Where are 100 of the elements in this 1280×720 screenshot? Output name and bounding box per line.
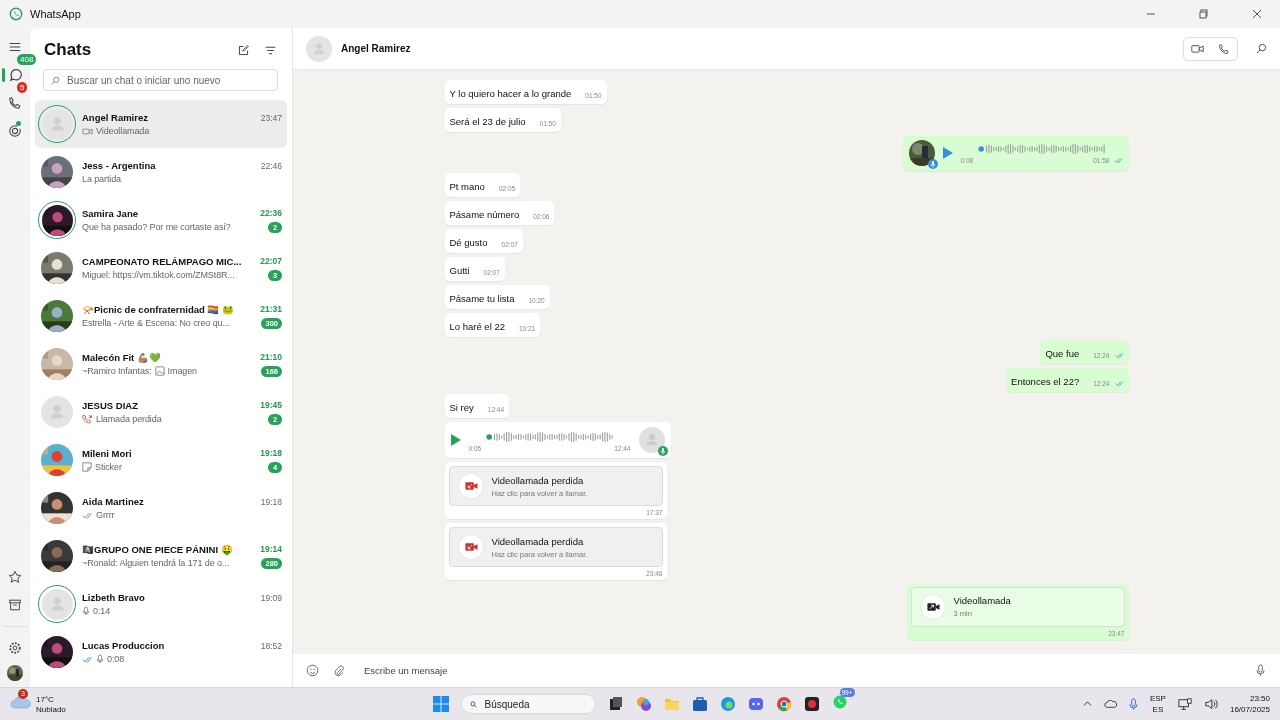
message-preview: La partida (82, 174, 122, 184)
message-text: Y lo quiero hacer a lo grande (449, 88, 572, 99)
microphone-icon (82, 606, 90, 616)
default-avatar-icon (306, 35, 332, 62)
message-preview: Estrella - Arte & Escena: No creo qu... (82, 318, 230, 328)
message-preview: Sticker (95, 462, 122, 472)
chat-name: JESUS DIAZ (82, 399, 139, 411)
message-preview: Llamada perdida (96, 414, 162, 424)
close-icon[interactable] (1252, 9, 1262, 19)
maximize-icon[interactable] (1199, 9, 1209, 19)
missed-call-icon (82, 414, 93, 424)
missed-video-call-icon (457, 534, 484, 561)
taskbar-search-input[interactable]: Búsqueda (482, 697, 587, 711)
search-field[interactable]: Buscar un chat o iniciar uno nuevo (43, 69, 278, 91)
chat-time: 19:45 (260, 400, 282, 410)
play-icon[interactable] (450, 434, 461, 447)
chat-list-item[interactable]: Angel Ramirez 23:47 Videollamada (35, 100, 287, 148)
cloud-icon[interactable] (1103, 699, 1117, 709)
default-avatar-icon (41, 108, 73, 140)
message-preview: 0:08 (107, 654, 125, 664)
message-text: Será el 23 de julio (449, 116, 526, 127)
chrome-icon[interactable] (775, 696, 792, 712)
phone-icon[interactable] (7, 95, 23, 111)
message-text: Dé gusto (449, 237, 488, 249)
chat-name: Mileni Mori (82, 447, 133, 459)
taskbar-search-field[interactable]: Búsqueda (460, 694, 596, 714)
call-title: Videollamada perdida (491, 535, 585, 547)
volume-icon[interactable] (1203, 697, 1218, 711)
image-icon (154, 366, 165, 376)
message-preview: Videollamada (96, 126, 150, 136)
chat-time: 23:47 (260, 112, 282, 123)
message-text: Pt mano (449, 181, 485, 193)
store-icon[interactable] (691, 696, 708, 712)
default-avatar-icon (41, 396, 73, 428)
window-title: WhatsApp (30, 8, 81, 20)
chat-name: Angel Ramirez (82, 112, 149, 123)
microphone-icon (96, 654, 104, 664)
message-preview: 0:14 (93, 606, 111, 616)
search-input[interactable]: Buscar un chat o iniciar uno nuevo (65, 73, 270, 87)
message-text: Si rey (449, 402, 474, 414)
chats-heading: Chats (44, 40, 92, 60)
message-preview: Miguel: https://vm.tiktok.com/ZMSt8R... (82, 270, 235, 280)
chat-name: Lizbeth Bravo (82, 592, 146, 603)
task-view-icon[interactable] (607, 696, 624, 712)
call-title: Videollamada (953, 595, 1011, 607)
weather-condition: Nublado (36, 704, 66, 714)
whatsapp-logo-icon (9, 7, 23, 21)
message-preview: Que ha pasado? Por me cortaste así? (82, 222, 231, 232)
missed-video-call-icon (457, 473, 484, 500)
whatsapp-icon[interactable] (831, 694, 848, 710)
message-composer[interactable]: Escribe un mensaje (293, 654, 1280, 687)
chat-time: 22:46 (260, 160, 282, 171)
browser-icon[interactable] (719, 696, 736, 712)
cloud-icon (10, 694, 32, 710)
app-icon[interactable] (803, 696, 820, 712)
microphone-icon[interactable] (1128, 697, 1138, 711)
chat-time: 22:36 (260, 208, 282, 218)
chat-time: 22:07 (260, 256, 282, 266)
message-preview: Grrrr (96, 510, 115, 520)
message-preview: Imagen (167, 366, 197, 376)
message-text: Lo haré el 22 (449, 321, 505, 333)
chat-time: 19:14 (260, 544, 282, 554)
chat-name: Malecón Fit 💪🏽💚 (82, 351, 162, 363)
network-icon[interactable] (1177, 697, 1192, 711)
outgoing-video-call-icon (919, 593, 946, 620)
missed-calls-badge: 5 (17, 82, 28, 93)
chat-list-item[interactable]: Lucas Produccion 18:52 0:08 (35, 628, 287, 676)
message-preview: ~Ronald: Alguien tendrá la 171 de o... (82, 558, 230, 568)
chat-name: CAMPEONATO RELÁMPAGO MIC... (82, 255, 243, 267)
clock[interactable]: 23:50 16/07/2025 (1229, 694, 1270, 714)
chat-list-item[interactable]: Lizbeth Bravo 19:09 0:14 (35, 580, 287, 628)
search-icon (51, 75, 60, 85)
message-text: Que fue (1045, 347, 1080, 359)
sticker-icon (82, 462, 92, 472)
message-text: Entonces el 22? (1011, 375, 1080, 387)
chat-name: 📯Picnic de confraternidad 🏳‍🌈 🐸 (82, 303, 236, 315)
search-icon (469, 700, 477, 708)
chat-list-item[interactable]: Jess - Argentina 22:46 La partida (35, 148, 287, 196)
chat-time: 19:18 (260, 448, 282, 458)
default-avatar-icon (41, 588, 73, 620)
chat-time: 18:52 (260, 640, 282, 651)
chevron-up-icon[interactable] (1082, 701, 1092, 707)
play-icon[interactable] (942, 146, 953, 159)
chat-app-icon[interactable] (747, 696, 764, 712)
default-avatar-icon (638, 427, 665, 454)
colorful-app-icon[interactable] (635, 696, 652, 712)
microphone-badge-icon (927, 158, 938, 169)
chat-name: Samira Jane (82, 207, 139, 219)
message-sender: ~Ramiro Infantas: (82, 366, 152, 376)
start-icon[interactable] (432, 696, 449, 712)
chat-name: Lucas Produccion (82, 640, 166, 651)
language-indicator[interactable]: ESP ES (1149, 694, 1166, 714)
unread-badge: 408 (17, 54, 37, 65)
contact-name[interactable]: Angel Ramirez (341, 43, 411, 54)
message-text: Gutti (449, 265, 470, 277)
chat-time: 19:09 (260, 592, 282, 603)
chat-list-item[interactable]: Aida Martinez 19:18 Grrrr (35, 484, 287, 532)
chats-icon[interactable] (7, 67, 23, 83)
status-icon[interactable] (7, 123, 23, 139)
message-text: Pásame número (449, 209, 520, 221)
